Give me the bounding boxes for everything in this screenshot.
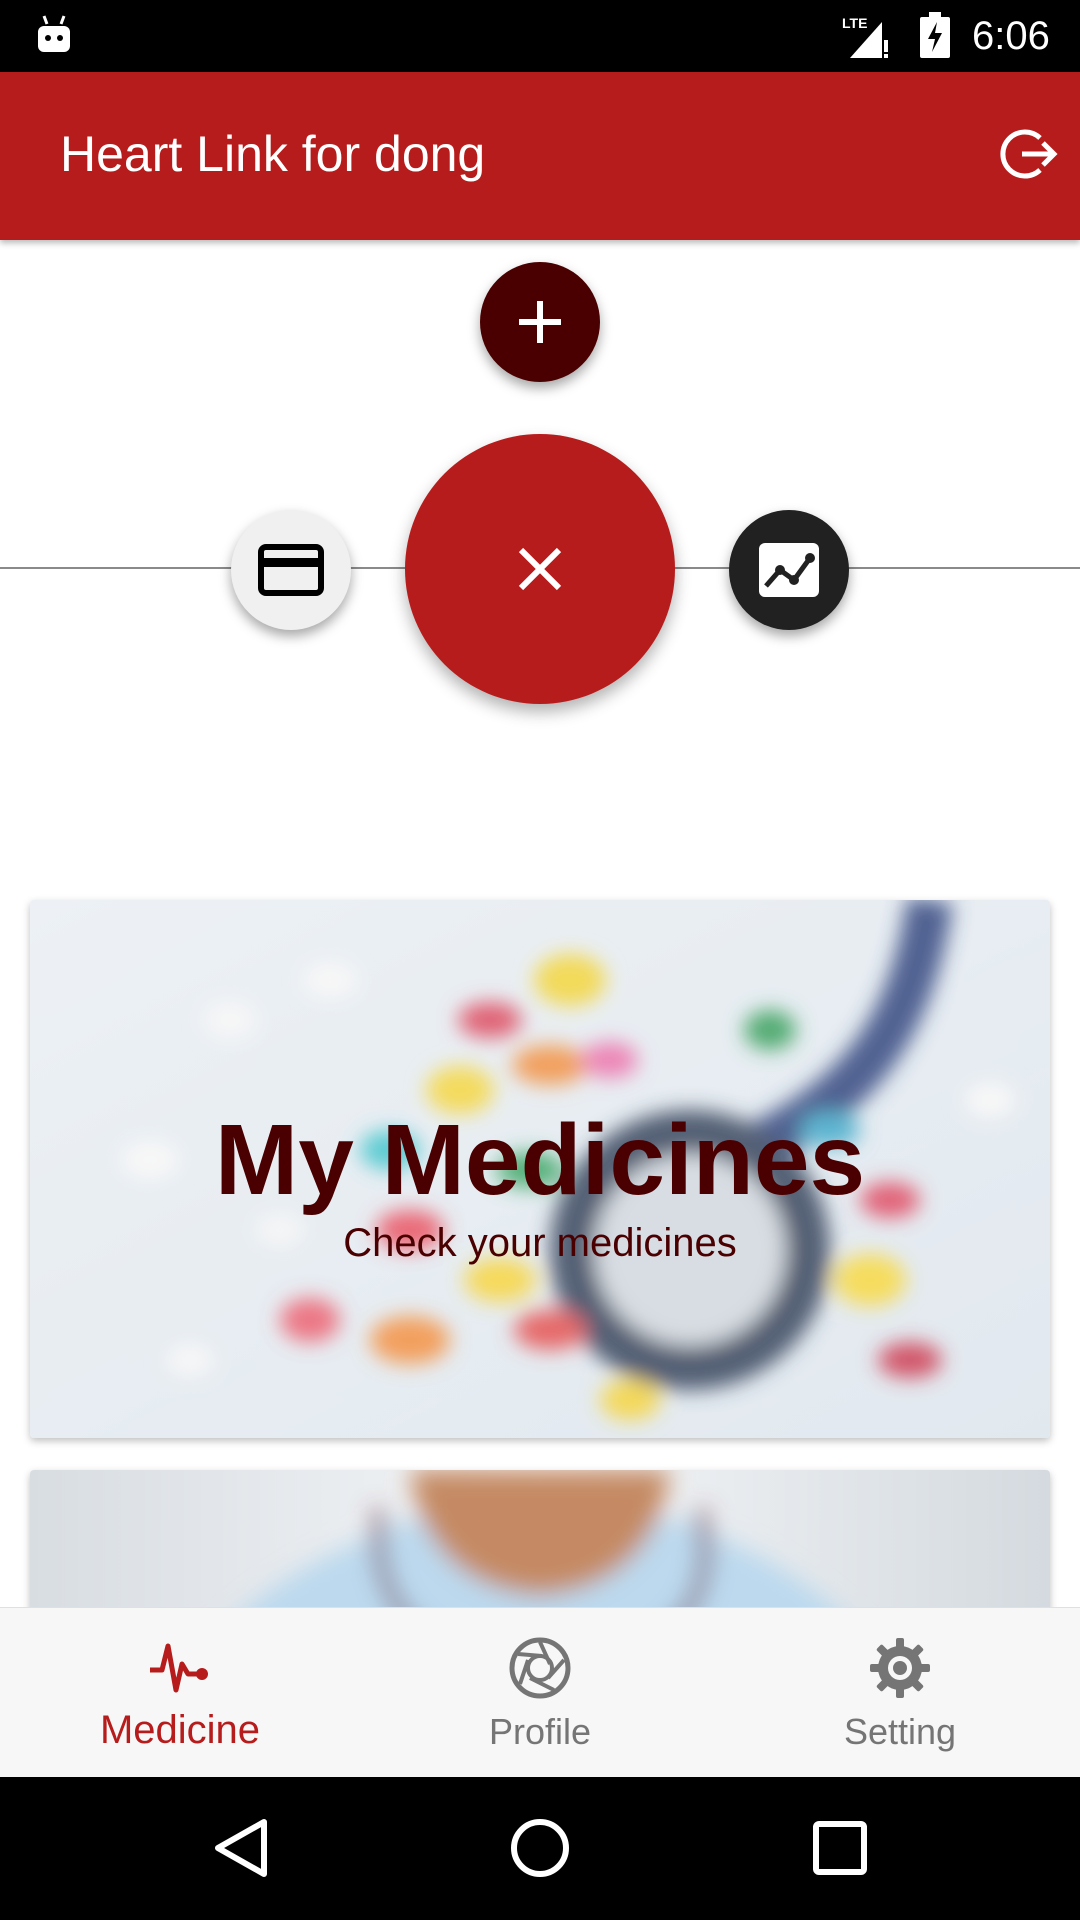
card-fab-button[interactable] [231,510,351,630]
home-icon[interactable] [504,1812,576,1884]
recents-icon[interactable] [804,1812,876,1884]
svg-text:LTE: LTE [842,15,867,31]
app-bar: Heart Link for dong [0,72,1080,240]
close-fab-button[interactable] [405,434,675,704]
chart-fab-button[interactable] [729,510,849,630]
status-bar: LTE 6:06 [0,0,1080,72]
nav-item-profile[interactable]: Profile [360,1608,720,1777]
nav-label-setting: Setting [843,1711,957,1752]
nav-label-medicine: Medicine [99,1708,261,1752]
chart-icon [759,543,819,597]
gear-icon [870,1638,930,1698]
card-subtitle: Check your medicines [343,1221,737,1265]
card-title: My Medicines [214,1104,866,1216]
system-navigation-bar [0,1776,1080,1920]
nav-item-setting[interactable]: Setting [720,1608,1080,1777]
lte-signal-icon: LTE [842,15,888,58]
nav-label-profile: Profile [488,1711,592,1752]
my-medicines-card[interactable]: My Medicines Check your medicines [30,900,1050,1438]
status-time: 6:06 [972,14,1050,58]
nav-item-medicine[interactable]: Medicine [0,1608,360,1777]
back-icon[interactable] [204,1812,276,1884]
app-title: Heart Link for dong [60,126,486,182]
credit-card-icon [258,544,324,596]
android-icon [38,15,70,52]
bottom-navigation: Medicine Profile Setting [0,1607,1080,1777]
logout-icon[interactable] [1000,124,1060,184]
plus-icon [519,301,561,343]
battery-charging-icon [920,12,950,58]
heartbeat-icon [150,1643,208,1693]
close-icon [518,547,562,591]
add-fab-button[interactable] [480,262,600,382]
aperture-icon [509,1637,571,1699]
